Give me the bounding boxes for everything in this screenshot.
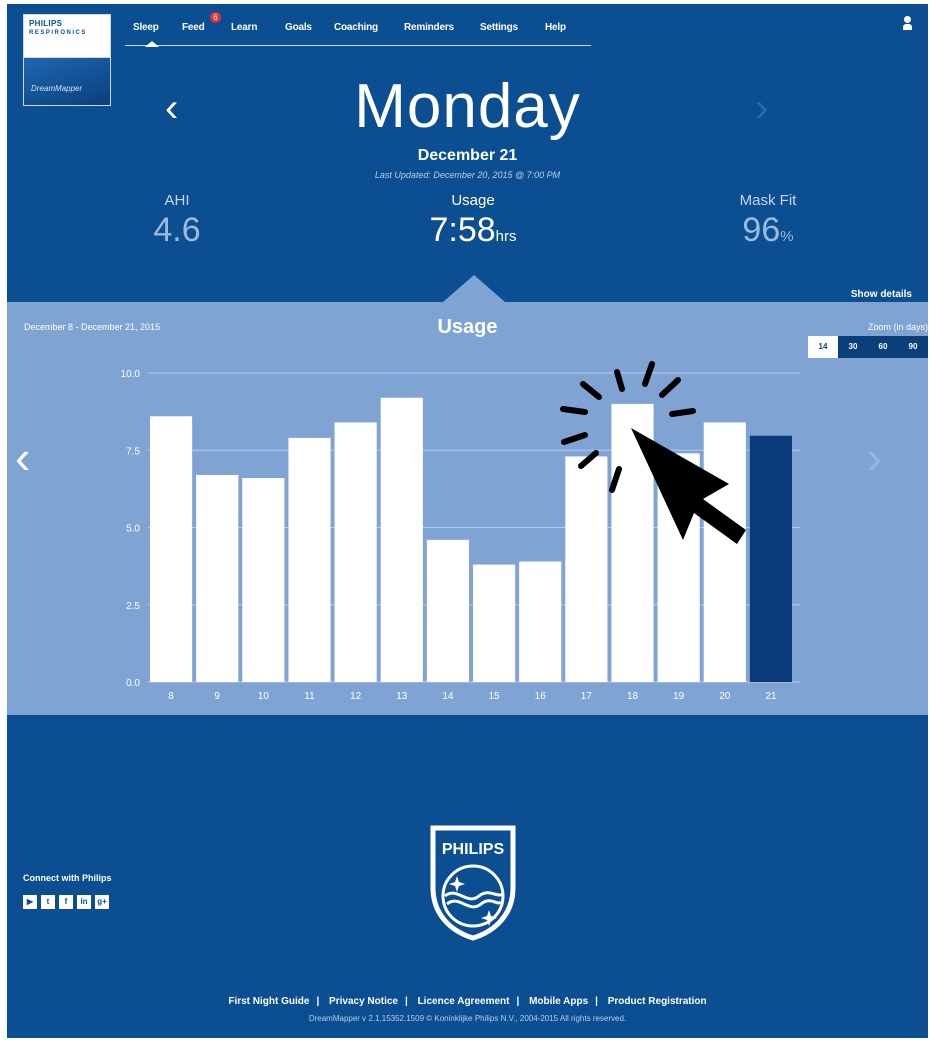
- nav-item-help[interactable]: Help: [545, 22, 566, 33]
- metric-mask-fit-label: Mask Fit: [739, 192, 797, 209]
- first-night-guide-link[interactable]: First Night Guide: [228, 996, 309, 1007]
- usage-bar[interactable]: [611, 403, 654, 682]
- y-tick-label: 2.5: [126, 601, 140, 612]
- twitter-icon[interactable]: t: [41, 895, 55, 909]
- y-tick-label: 0.0: [126, 678, 140, 689]
- footer-links: First Night Guide | Privacy Notice | Licen…: [228, 996, 707, 1007]
- metric-usage[interactable]: Usage 7:58hrs: [393, 192, 553, 250]
- nav-item-settings[interactable]: Settings: [480, 22, 518, 33]
- nav-item-goals[interactable]: Goals: [285, 22, 312, 33]
- usage-bar[interactable]: [334, 422, 377, 682]
- connect-label: Connect with Philips: [23, 873, 112, 883]
- licence-agreement-link[interactable]: Licence Agreement: [418, 996, 510, 1007]
- y-tick-label: 7.5: [126, 446, 140, 457]
- usage-bar[interactable]: [565, 456, 608, 682]
- philips-wordmark: PHILIPS: [29, 19, 63, 28]
- x-tick-label: 17: [581, 691, 593, 702]
- metric-ahi[interactable]: AHI 4.6: [97, 192, 257, 250]
- nav-item-feed[interactable]: Feed: [182, 22, 205, 33]
- y-tick-label: 10.0: [121, 369, 141, 380]
- metric-ahi-label: AHI: [164, 192, 190, 209]
- respironics-wordmark: RESPIRONICS: [29, 30, 87, 36]
- google-plus-icon[interactable]: g+: [95, 895, 109, 909]
- usage-bar[interactable]: [749, 435, 792, 682]
- x-tick-label: 18: [627, 691, 639, 702]
- metric-usage-label: Usage: [451, 192, 495, 209]
- usage-bar[interactable]: [288, 437, 331, 682]
- usage-chart-panel: Show details December 8 - December 21, 2…: [7, 289, 928, 715]
- y-tick-label: 5.0: [126, 524, 140, 535]
- usage-bar[interactable]: [426, 539, 469, 682]
- metric-mask-fit[interactable]: Mask Fit 96%: [688, 192, 848, 250]
- metric-mask-fit-unit: %: [780, 228, 794, 245]
- chart-previous-chevron-icon[interactable]: ‹: [15, 434, 30, 480]
- usage-bar[interactable]: [242, 478, 285, 682]
- user-icon[interactable]: [903, 16, 912, 30]
- usage-bar[interactable]: [196, 474, 239, 682]
- feed-notification-badge: 6: [210, 12, 221, 23]
- chart-next-chevron-icon[interactable]: ›: [867, 434, 882, 480]
- x-tick-label: 10: [258, 691, 270, 702]
- metric-mask-fit-value: 96: [742, 211, 781, 249]
- nav-item-learn[interactable]: Learn: [231, 22, 257, 33]
- nav-item-reminders[interactable]: Reminders: [404, 22, 454, 33]
- active-nav-indicator: [145, 41, 159, 47]
- x-tick-label: 12: [350, 691, 362, 702]
- metric-usage-unit: hrs: [495, 228, 517, 245]
- usage-bar-chart: 0.0 2.5 5.0 7.5 10.0 8 9 10 11 12 13 14 15 16 17 18 19 20…: [121, 369, 800, 702]
- usage-bar[interactable]: [473, 564, 516, 682]
- philips-shield-logo: PHILIPS: [427, 824, 519, 942]
- social-links: ▶ t f in g+: [23, 895, 109, 909]
- show-details-link[interactable]: Show details: [851, 289, 912, 300]
- product-registration-link[interactable]: Product Registration: [608, 996, 707, 1007]
- usage-bar[interactable]: [703, 422, 746, 682]
- x-tick-label: 19: [673, 691, 685, 702]
- day-title: Monday: [354, 72, 581, 141]
- x-tick-label: 14: [442, 691, 454, 702]
- privacy-notice-link[interactable]: Privacy Notice: [329, 996, 398, 1007]
- mobile-apps-link[interactable]: Mobile Apps: [529, 996, 588, 1007]
- facebook-icon[interactable]: f: [59, 895, 73, 909]
- usage-bar[interactable]: [519, 561, 562, 682]
- usage-bar[interactable]: [150, 416, 193, 682]
- x-tick-label: 11: [304, 691, 315, 702]
- x-tick-label: 9: [214, 691, 220, 702]
- selected-metric-pointer: [443, 275, 505, 302]
- last-updated: Last Updated: December 20, 2015 @ 7:00 P…: [374, 170, 561, 180]
- x-tick-label: 21: [765, 691, 777, 702]
- x-tick-label: 15: [489, 691, 501, 702]
- x-tick-label: 16: [535, 691, 547, 702]
- metric-ahi-value: 4.6: [153, 211, 201, 249]
- next-day-chevron-icon[interactable]: ›: [755, 88, 768, 128]
- x-tick-label: 13: [396, 691, 408, 702]
- x-tick-label: 20: [719, 691, 731, 702]
- philips-shield-text: PHILIPS: [442, 841, 505, 858]
- nav-item-coaching[interactable]: Coaching: [334, 22, 378, 33]
- linkedin-icon[interactable]: in: [77, 895, 91, 909]
- copyright: DreamMapper v 2.1.15352.1509 © Koninklij…: [308, 1014, 627, 1023]
- usage-bar[interactable]: [657, 453, 700, 682]
- selected-date: December 21: [417, 147, 518, 164]
- nav-item-sleep[interactable]: Sleep: [133, 22, 159, 33]
- youtube-icon[interactable]: ▶: [23, 895, 37, 909]
- app-window: PHILIPS RESPIRONICS DreamMapper Sleep Fe…: [7, 4, 928, 1038]
- usage-bar[interactable]: [380, 397, 423, 682]
- x-tick-label: 8: [168, 691, 174, 702]
- metric-usage-value: 7:58: [429, 211, 496, 249]
- main-nav: Sleep Feed Learn Goals Coaching Reminder…: [125, 16, 591, 46]
